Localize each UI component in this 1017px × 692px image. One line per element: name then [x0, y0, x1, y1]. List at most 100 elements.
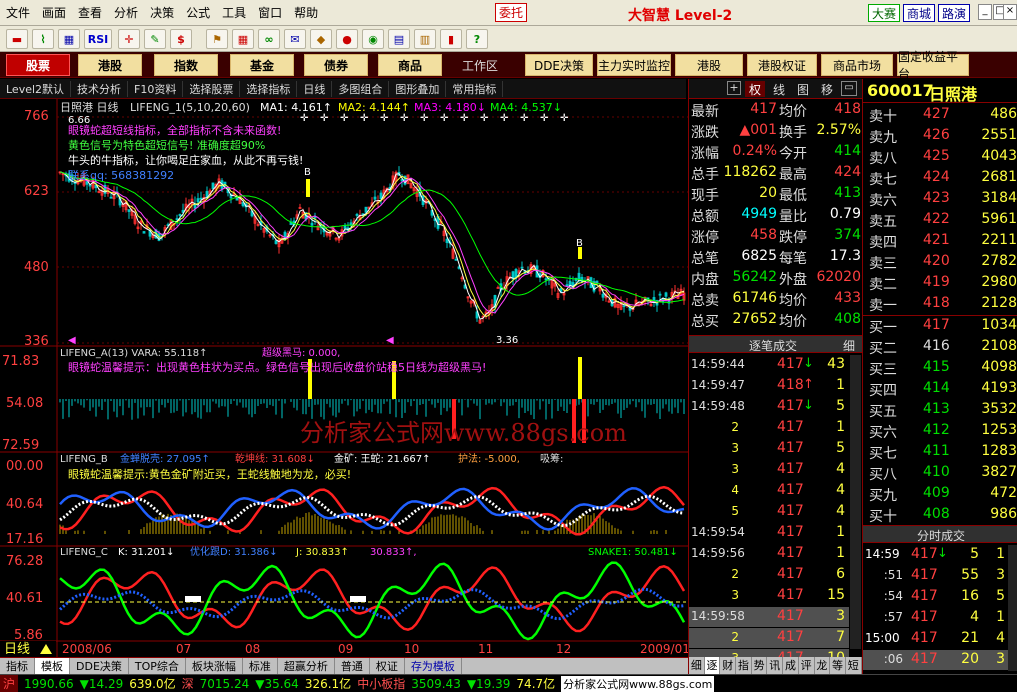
period-daily[interactable]: 日线	[297, 80, 333, 97]
menu-file[interactable]: 文件	[0, 4, 36, 21]
help-icon[interactable]: ?	[466, 29, 488, 49]
nav-commodity[interactable]: 商品	[378, 54, 442, 76]
nav-commodity-market[interactable]: 商品市场	[821, 54, 893, 76]
menu-analysis[interactable]: 分析	[108, 4, 144, 21]
side-tab[interactable]: 财	[720, 657, 737, 674]
buy-row[interactable]: 买三 415 4098	[863, 358, 1017, 378]
nav-fixed-income[interactable]: 固定收益平台	[897, 50, 969, 81]
select-stock[interactable]: 选择股票	[183, 80, 241, 97]
side-tab[interactable]: 指	[736, 657, 752, 674]
sell-row[interactable]: 卖九 426 2551	[863, 126, 1017, 146]
template-tab[interactable]: 权证	[370, 658, 405, 674]
menu-screen[interactable]: 画面	[36, 4, 72, 21]
period-label[interactable]: 日线	[4, 642, 30, 657]
buy-row[interactable]: 买八 410 3827	[863, 463, 1017, 483]
nav-stocks[interactable]: 股票	[6, 54, 70, 76]
tab-chart[interactable]: 图	[793, 81, 813, 97]
menu-window[interactable]: 窗口	[252, 4, 288, 21]
side-tab[interactable]: 等	[830, 657, 846, 674]
side-tab[interactable]: 逐	[704, 657, 721, 674]
add-icon[interactable]: +	[727, 81, 741, 95]
side-tab[interactable]: 龙	[815, 657, 831, 674]
bus-icon[interactable]: ●	[336, 29, 358, 49]
window-icon[interactable]: ▭	[841, 81, 857, 96]
buy-row[interactable]: 买二 416 2108	[863, 337, 1017, 357]
buy-row[interactable]: 买七 411 1283	[863, 442, 1017, 462]
menu-decision[interactable]: 决策	[144, 4, 180, 21]
ticks-detail-button[interactable]: 细	[843, 337, 855, 354]
sell-row[interactable]: 卖二 419 2980	[863, 273, 1017, 293]
chart-icon[interactable]: ⌇	[32, 29, 54, 49]
sell-row[interactable]: 卖四 421 2211	[863, 231, 1017, 251]
menu-tools[interactable]: 工具	[216, 4, 252, 21]
calc-icon[interactable]: ▦	[232, 29, 254, 49]
tab-move[interactable]: 移	[817, 81, 837, 97]
ticks-scrollbar[interactable]	[850, 355, 861, 649]
f10-info[interactable]: F10资料	[128, 80, 184, 97]
warning-icon[interactable]: ◆	[310, 29, 332, 49]
template-tab[interactable]: 普通	[335, 658, 370, 674]
common-indicators[interactable]: 常用指标	[446, 80, 504, 97]
layout-default[interactable]: Level2默认	[0, 80, 72, 97]
template-tab[interactable]: 存为模板	[405, 658, 462, 674]
nav-workspace[interactable]: 工作区	[452, 54, 508, 76]
side-tab[interactable]: 评	[799, 657, 815, 674]
minimize-icon[interactable]: _	[978, 4, 992, 20]
menu-view[interactable]: 查看	[72, 4, 108, 21]
candlestick-chart-area[interactable]: ✛ ✛ ✛ ✛ ✛ ✛ ✛ ✛ ✛ ✛ ✛ ✛ ✛ ✛ ◀ ◀ 日照港 日线 LIFENG_1(5,10,20…	[0, 99, 688, 657]
nav-hk[interactable]: 港股	[78, 54, 142, 76]
minute-scrollbar[interactable]	[1008, 545, 1017, 671]
open-icon[interactable]: ▬	[6, 29, 28, 49]
template-tab[interactable]: 模板	[35, 658, 70, 674]
side-tab[interactable]: 细	[689, 657, 705, 674]
tab-rights[interactable]: 权	[745, 81, 765, 97]
buy-row[interactable]: 买一 417 1034	[863, 316, 1017, 336]
template-tab[interactable]: DDE决策	[70, 658, 129, 674]
barchart-icon[interactable]: ▮	[440, 29, 462, 49]
sell-row[interactable]: 卖八 425 4043	[863, 147, 1017, 167]
news-icon[interactable]: ✉	[284, 29, 306, 49]
sell-row[interactable]: 卖六 423 3184	[863, 189, 1017, 209]
tab-line[interactable]: 线	[769, 81, 789, 97]
buy-row[interactable]: 买九 409 472	[863, 484, 1017, 504]
nav-hk-2[interactable]: 港股	[675, 54, 743, 76]
buy-row[interactable]: 买四 414 4193	[863, 379, 1017, 399]
mall-button[interactable]: 商城	[903, 4, 935, 22]
nav-fund[interactable]: 基金	[230, 54, 294, 76]
sell-row[interactable]: 卖十 427 486	[863, 105, 1017, 125]
buy-row[interactable]: 买十 408 986	[863, 505, 1017, 525]
side-tab[interactable]: 短	[846, 657, 862, 674]
contest-button[interactable]: 大赛	[868, 4, 900, 22]
sell-row[interactable]: 卖三 420 2782	[863, 252, 1017, 272]
nav-dde[interactable]: DDE决策	[525, 54, 593, 76]
orb-icon[interactable]: ◉	[362, 29, 384, 49]
overlay[interactable]: 图形叠加	[389, 80, 447, 97]
menu-help[interactable]: 帮助	[288, 4, 324, 21]
sell-row[interactable]: 卖七 424 2681	[863, 168, 1017, 188]
nav-hk-warrant[interactable]: 港股权证	[747, 54, 817, 76]
clip-icon[interactable]: ▤	[388, 29, 410, 49]
buy-row[interactable]: 买五 413 3532	[863, 400, 1017, 420]
menu-formula[interactable]: 公式	[180, 4, 216, 21]
flag-icon[interactable]: ⚑	[206, 29, 228, 49]
template-tab[interactable]: 超赢分析	[278, 658, 335, 674]
template-tab[interactable]: TOP综合	[129, 658, 186, 674]
roadshow-button[interactable]: 路演	[938, 4, 970, 22]
sell-row[interactable]: 卖一 418 2128	[863, 294, 1017, 314]
template-tab[interactable]: 板块涨幅	[186, 658, 243, 674]
nav-main-monitor[interactable]: 主力实时监控	[597, 54, 671, 76]
template-tab[interactable]: 指标	[0, 658, 35, 674]
nav-index[interactable]: 指数	[154, 54, 218, 76]
binoculars-icon[interactable]: ∞	[258, 29, 280, 49]
pen-icon[interactable]: ✎	[144, 29, 166, 49]
table-icon[interactable]: ▦	[58, 29, 80, 49]
tech-analysis[interactable]: 技术分析	[71, 80, 129, 97]
template-tab[interactable]: 标准	[243, 658, 278, 674]
nav-bond[interactable]: 债券	[304, 54, 368, 76]
sell-row[interactable]: 卖五 422 5961	[863, 210, 1017, 230]
dollar-icon[interactable]: $	[170, 29, 192, 49]
side-tab[interactable]: 势	[752, 657, 768, 674]
trust-button[interactable]: 委托	[495, 3, 527, 22]
select-indicator[interactable]: 选择指标	[240, 80, 298, 97]
side-tab[interactable]: 讯	[767, 657, 784, 674]
